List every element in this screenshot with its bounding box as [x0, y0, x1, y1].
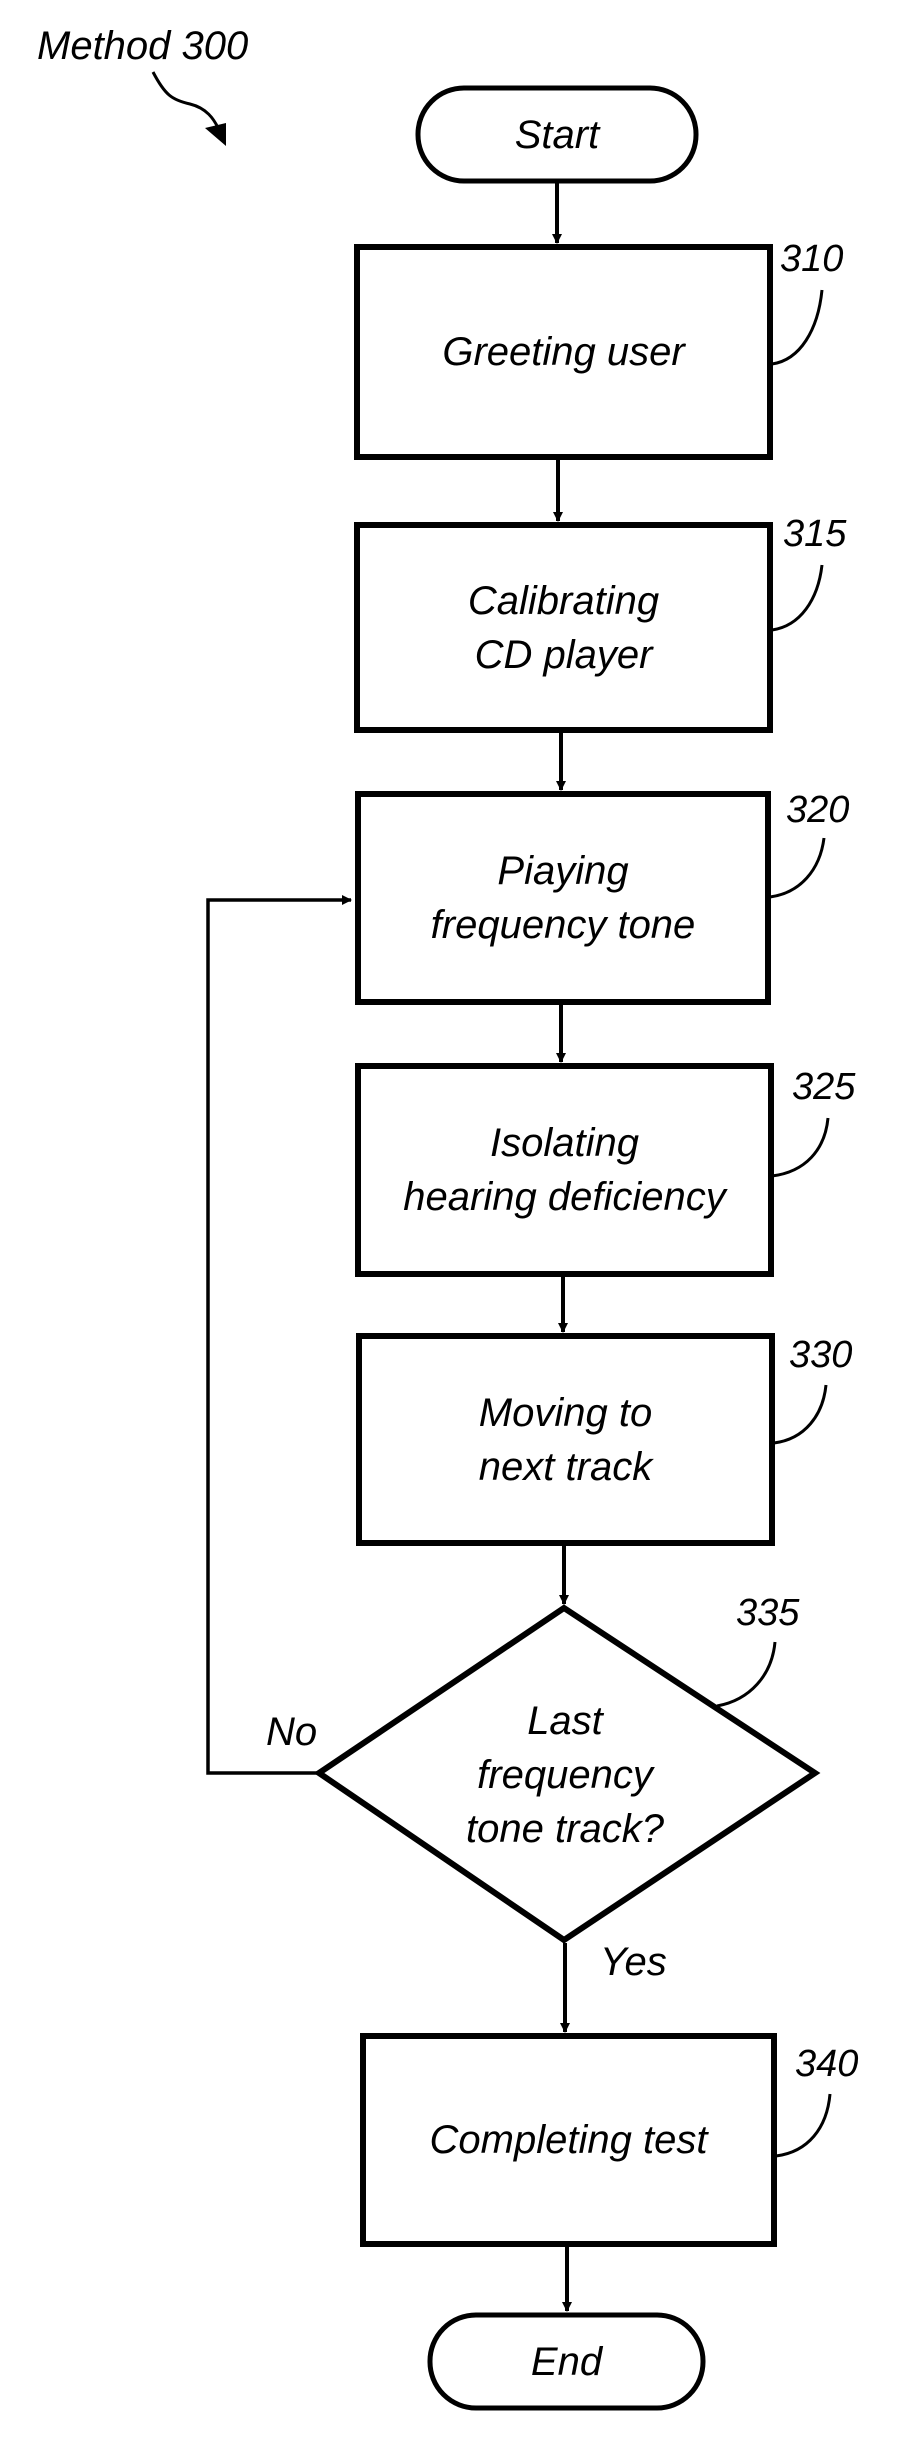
node-end-label: End [530, 2339, 603, 2384]
node-325-label-line-2: hearing deficiency [403, 1175, 726, 1219]
branch-label-no: No [266, 1710, 318, 1754]
leader-310 [771, 289, 824, 366]
node-315-label-line-2: CD player [474, 632, 653, 677]
node-start-label: Start [514, 112, 600, 157]
leader-320 [769, 837, 826, 899]
method-pointer-arrowhead [205, 123, 226, 146]
node-310: Greeting user [357, 247, 770, 457]
branch-label-yes: Yes [600, 1940, 667, 1984]
node-315: Calibrating CD player [357, 525, 770, 730]
ref-325: 325 [792, 1066, 856, 1108]
ref-330: 330 [789, 1334, 853, 1376]
node-340: Completing test [363, 2036, 774, 2244]
ref-315: 315 [783, 513, 847, 555]
leader-315 [771, 564, 824, 632]
node-335-label-line-3: tone track? [466, 1807, 664, 1851]
node-320-label-line-1: Piaying [497, 849, 629, 893]
node-335-label-line-1: Last [527, 1699, 603, 1743]
node-335: Last frequency tone track? [400, 1680, 730, 1870]
node-330-label-line-2: next track [478, 1444, 653, 1489]
ref-310: 310 [780, 238, 844, 280]
node-start: Start [418, 88, 696, 181]
leader-340 [775, 2093, 832, 2158]
ref-335: 335 [736, 1592, 800, 1634]
node-315-label-line-1: Calibrating [467, 578, 660, 623]
node-330-label-line-1: Moving to [478, 1390, 653, 1435]
node-320-label-line-2: frequency tone [430, 903, 696, 947]
edge-335-320-loop [206, 895, 352, 1775]
node-325: Isolating hearing deficiency [358, 1066, 771, 1274]
node-end: End [430, 2315, 703, 2408]
node-310-label-line-1: Greeting user [442, 330, 685, 374]
node-330: Moving to next track [359, 1336, 772, 1543]
node-325-label-line-1: Isolating [490, 1121, 639, 1165]
figure-title: Method 300 [37, 24, 249, 68]
node-320: Piaying frequency tone [358, 794, 768, 1002]
ref-320: 320 [786, 789, 850, 831]
ref-340: 340 [795, 2043, 859, 2085]
leader-325 [771, 1117, 830, 1178]
leader-330 [773, 1384, 828, 1445]
node-335-label-line-2: frequency [477, 1753, 653, 1797]
node-340-label-line-1: Completing test [429, 2118, 708, 2162]
method-pointer-arrow [151, 71, 222, 133]
